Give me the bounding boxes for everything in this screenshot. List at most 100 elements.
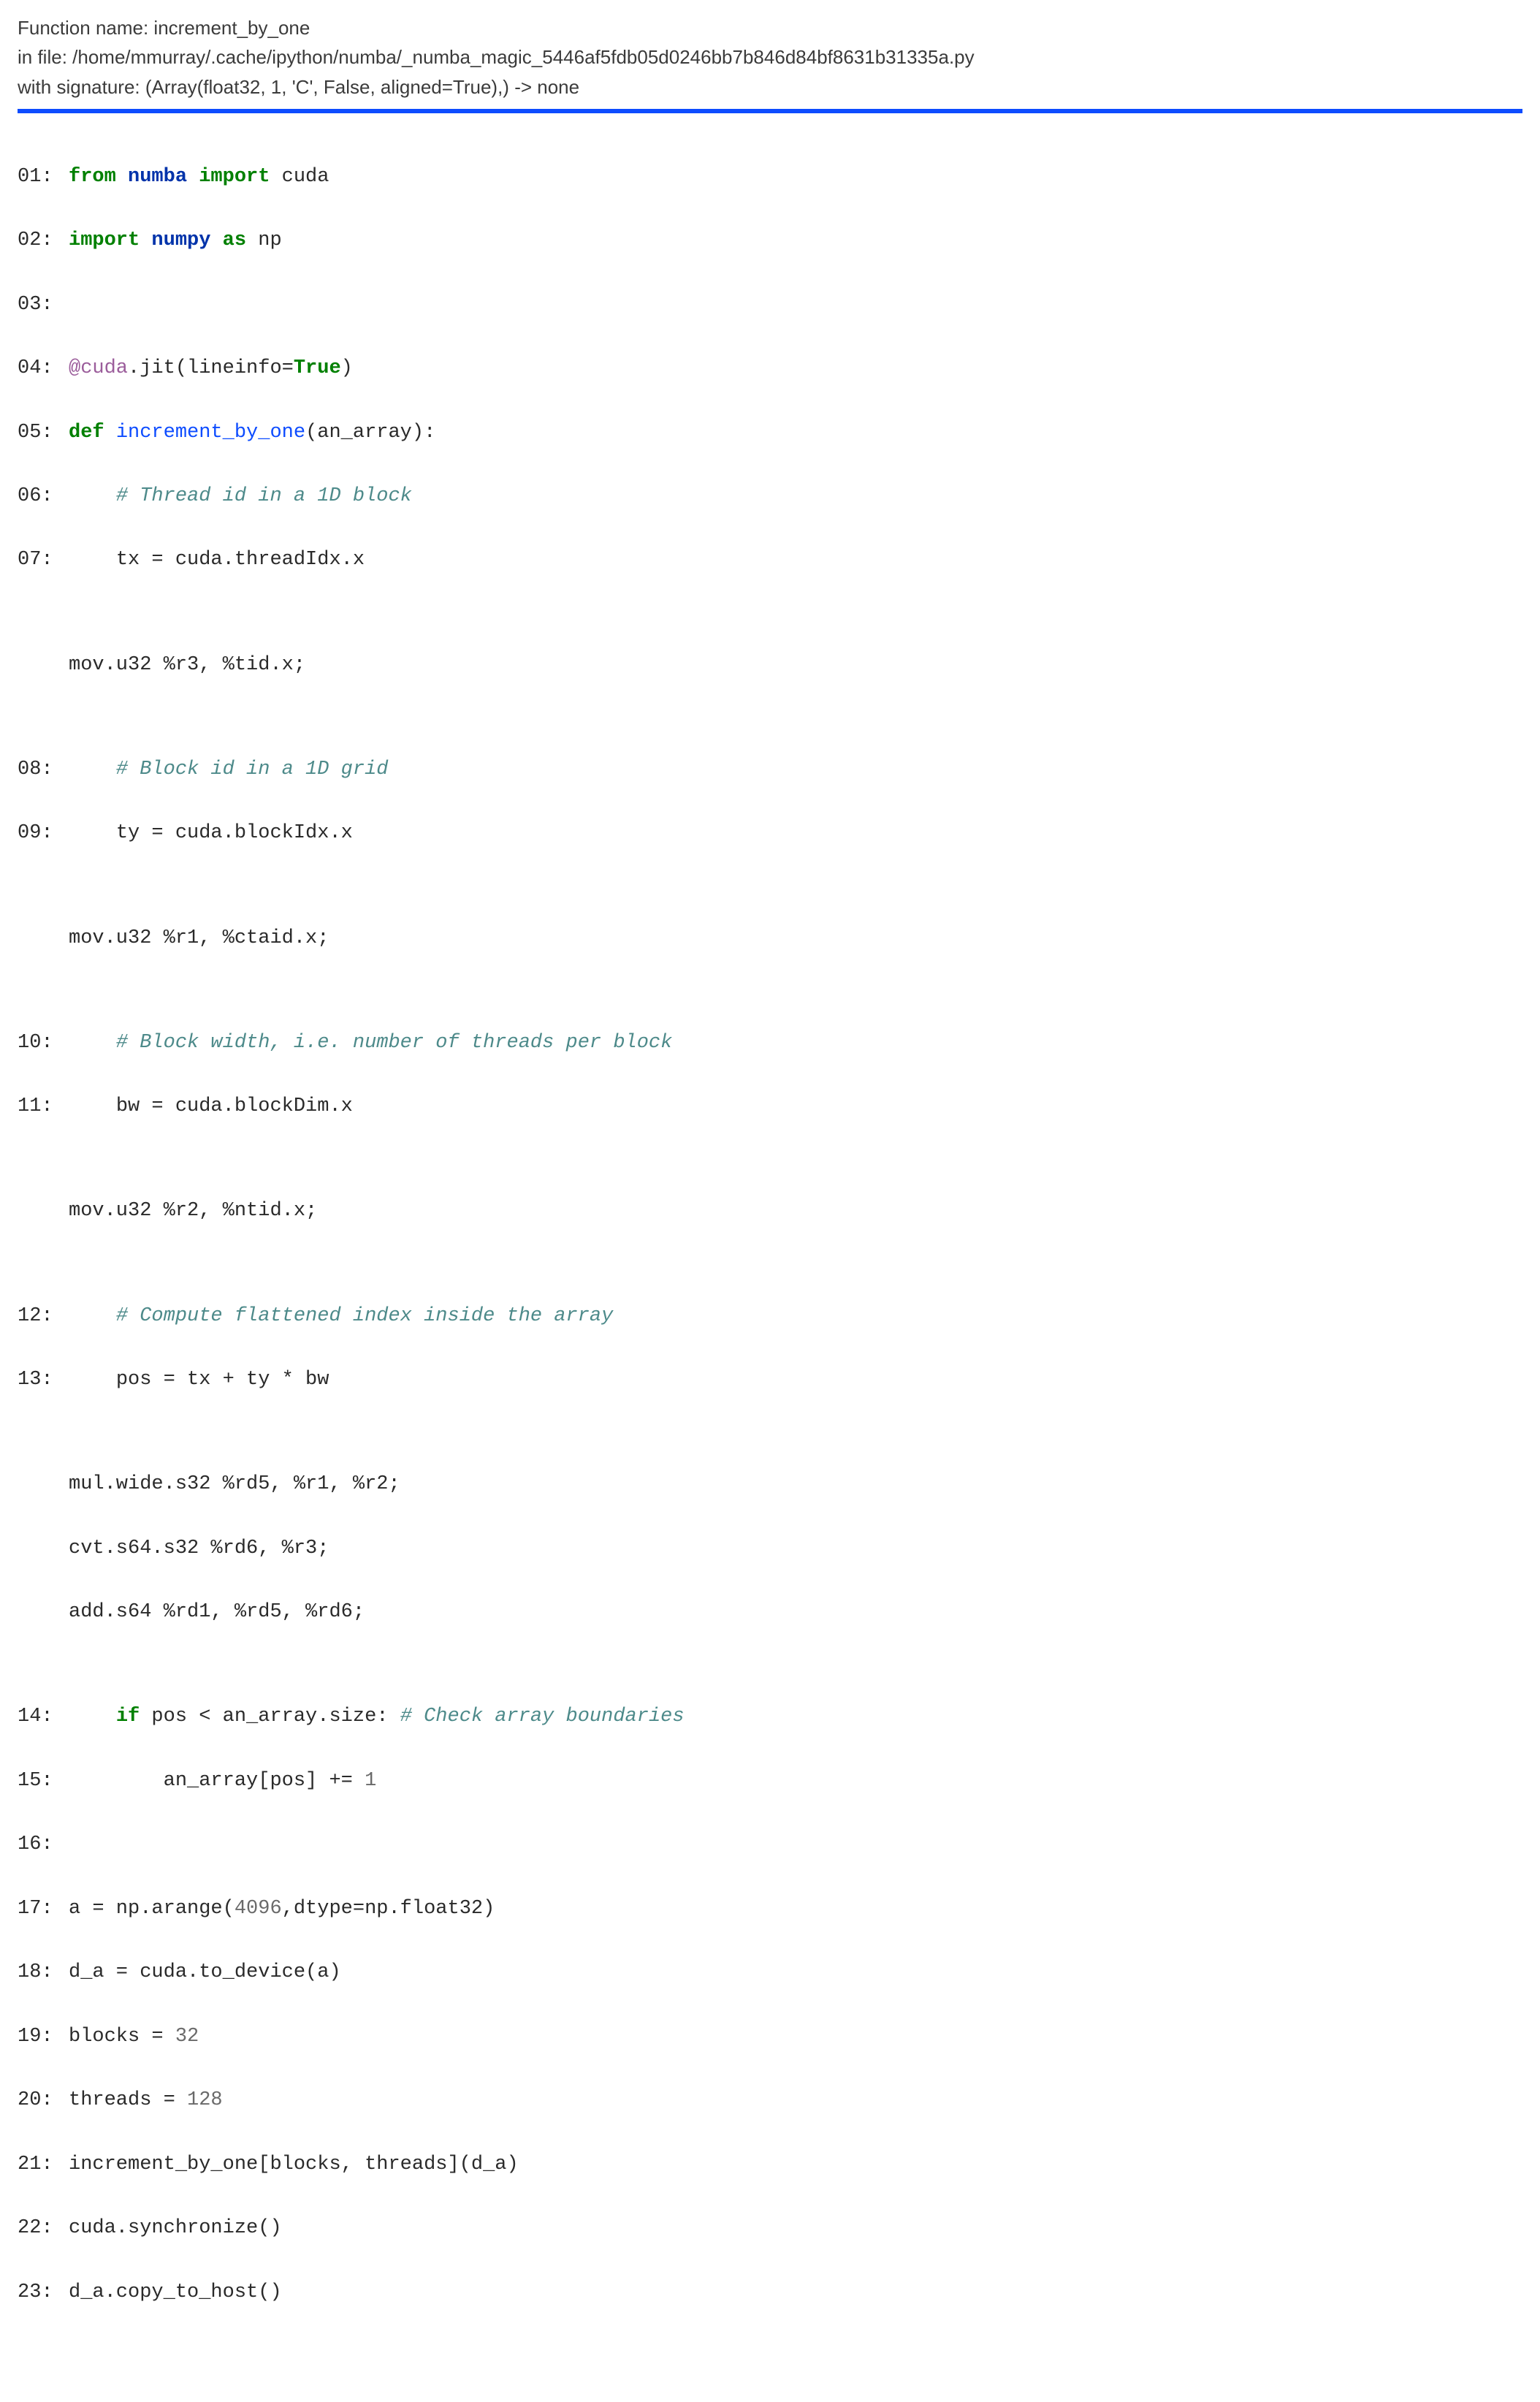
asm-line: cvt.s64.s32 %rd6, %r3; [18,1533,1522,1565]
literal-number: 1 [365,1770,376,1792]
code-text: an_array[pos] += [164,1770,365,1792]
code-text: pos = tx + ty * bw [116,1369,329,1391]
func-params: (an_array): [305,422,435,444]
asm-text: mov.u32 %r3, %tid.x; [69,654,305,676]
line-number: 12: [18,1301,58,1333]
src-line-11: 11: bw = cuda.blockDim.x [18,1091,1522,1123]
src-line-22: 22: cuda.synchronize() [18,2213,1522,2245]
src-line-23: 23: d_a.copy_to_host() [18,2277,1522,2309]
code-text: threads = [69,2089,187,2111]
code-text: ,dtype=np.float32) [282,1898,495,1920]
line-number: 10: [18,1027,58,1060]
src-line-19: 19: blocks = 32 [18,2021,1522,2053]
func-name: increment_by_one [116,422,305,444]
header-file-path: in file: /home/mmurray/.cache/ipython/nu… [18,42,1522,72]
header-signature: with signature: (Array(float32, 1, 'C', … [18,72,1522,102]
alias-np: np [246,229,282,251]
header-block: Function name: increment_by_one in file:… [18,13,1522,102]
line-number: 19: [18,2021,58,2053]
kw-if: if [116,1706,140,1728]
kw-def: def [69,422,104,444]
src-line-04: 04: @cuda.jit(lineinfo=True) [18,353,1522,385]
line-number: 03: [18,289,58,322]
asm-line: mov.u32 %r2, %ntid.x; [18,1196,1522,1228]
asm-line: mov.u32 %r1, %ctaid.x; [18,923,1522,955]
comment: # Block width, i.e. number of threads pe… [116,1032,673,1054]
kw-as: as [223,229,246,251]
src-line-13: 13: pos = tx + ty * bw [18,1364,1522,1396]
src-line-17: 17: a = np.arange(4096,dtype=np.float32) [18,1893,1522,1926]
header-function-name: Function name: increment_by_one [18,13,1522,42]
kw-import: import [199,166,270,188]
if-condition: pos < an_array.size: [140,1706,400,1728]
src-line-10: 10: # Block width, i.e. number of thread… [18,1027,1522,1060]
src-line-09: 09: ty = cuda.blockIdx.x [18,818,1522,850]
literal-number: 32 [175,2026,199,2048]
src-line-14: 14: if pos < an_array.size: # Check arra… [18,1701,1522,1733]
kw-import: import [69,229,140,251]
src-line-06: 06: # Thread id in a 1D block [18,481,1522,513]
line-number: 13: [18,1364,58,1396]
literal-number: 4096 [235,1898,282,1920]
src-line-02: 02: import numpy as np [18,225,1522,257]
code-text: blocks = [69,2026,175,2048]
line-number: 02: [18,225,58,257]
literal-true: True [294,357,341,379]
comment: # Block id in a 1D grid [116,759,389,780]
src-line-07: 07: tx = cuda.threadIdx.x [18,544,1522,577]
src-line-21: 21: increment_by_one[blocks, threads](d_a… [18,2149,1522,2181]
decorator-cuda: @cuda [69,357,128,379]
asm-line: mul.wide.s32 %rd5, %r1, %r2; [18,1469,1522,1501]
src-line-18: 18: d_a = cuda.to_device(a) [18,1957,1522,1989]
kw-from: from [69,166,116,188]
asm-line: add.s64 %rd1, %rd5, %rd6; [18,1597,1522,1629]
src-line-15: 15: an_array[pos] += 1 [18,1766,1522,1798]
line-number: 08: [18,754,58,786]
line-number: 23: [18,2277,58,2309]
code-text: d_a.copy_to_host() [69,2281,282,2303]
line-number: 20: [18,2085,58,2117]
line-number: 05: [18,417,58,449]
code-text: cuda.synchronize() [69,2217,282,2239]
asm-text: mov.u32 %r2, %ntid.x; [69,1200,317,1222]
code-text: ty = cuda.blockIdx.x [116,822,353,844]
line-number: 01: [18,161,58,194]
line-number: 18: [18,1957,58,1989]
code-text: a = np.arange( [69,1898,235,1920]
asm-text: mul.wide.s32 %rd5, %r1, %r2; [69,1473,400,1495]
line-number: 04: [18,353,58,385]
import-cuda: cuda [270,166,329,188]
line-number: 07: [18,544,58,577]
comment: # Check array boundaries [400,1706,685,1728]
src-line-01: 01: from numba import cuda [18,161,1522,194]
module-numba: numba [128,166,187,188]
page-container: Function name: increment_by_one in file:… [0,0,1540,2402]
src-line-12: 12: # Compute flattened index inside the… [18,1301,1522,1333]
line-number: 22: [18,2213,58,2245]
comment: # Thread id in a 1D block [116,485,412,507]
module-numpy: numpy [151,229,210,251]
line-number: 15: [18,1766,58,1798]
src-line-08: 08: # Block id in a 1D grid [18,754,1522,786]
line-number: 14: [18,1701,58,1733]
line-number: 09: [18,818,58,850]
src-line-05: 05: def increment_by_one(an_array): [18,417,1522,449]
src-line-03: 03: [18,289,1522,322]
asm-text: mov.u32 %r1, %ctaid.x; [69,927,329,949]
header-divider [18,109,1522,113]
asm-text: cvt.s64.s32 %rd6, %r3; [69,1538,329,1559]
code-text: tx = cuda.threadIdx.x [116,549,365,571]
code-text: increment_by_one[blocks, threads](d_a) [69,2154,519,2175]
line-number: 17: [18,1893,58,1926]
line-number: 06: [18,481,58,513]
line-number: 21: [18,2149,58,2181]
comment: # Compute flattened index inside the arr… [116,1305,614,1327]
code-text: bw = cuda.blockDim.x [116,1095,353,1117]
src-line-20: 20: threads = 128 [18,2085,1522,2117]
line-number: 11: [18,1091,58,1123]
line-number: 16: [18,1829,58,1861]
decorator-paren: ) [341,357,353,379]
code-text: d_a = cuda.to_device(a) [69,1961,341,1983]
literal-number: 128 [187,2089,223,2111]
decorator-rest: .jit(lineinfo= [128,357,294,379]
